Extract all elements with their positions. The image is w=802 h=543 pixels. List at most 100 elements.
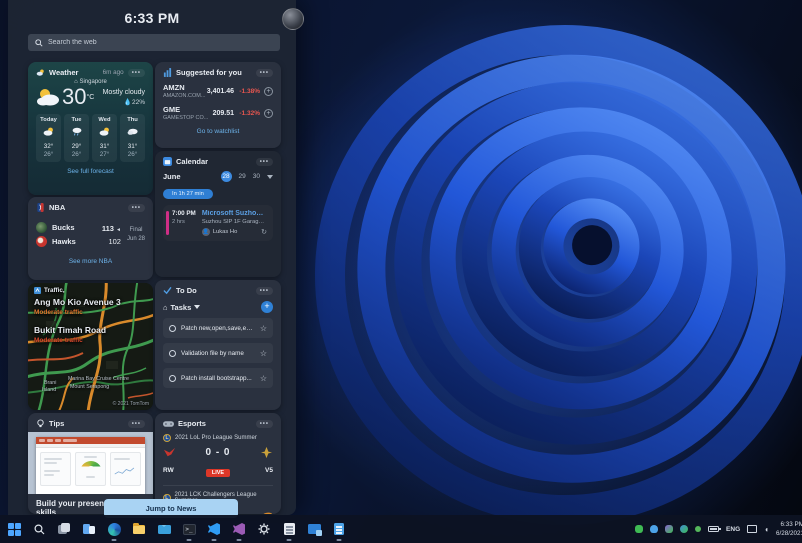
traffic-road-1: Ang Mo Kio Avenue 3: [34, 297, 121, 307]
sync-icon[interactable]: ↻: [261, 228, 267, 236]
partly-sunny-icon: [99, 127, 109, 136]
traffic-widget[interactable]: Traffic, Ang Mo Kio Avenue 3 Moderate tr…: [28, 283, 153, 410]
maps-icon: [34, 287, 41, 294]
search-bar[interactable]: [28, 34, 280, 51]
language-indicator[interactable]: ENG: [726, 526, 740, 533]
user-avatar[interactable]: [282, 8, 304, 30]
forecast-day[interactable]: Wed 31° 27°: [92, 114, 117, 162]
onedrive-cloud-icon[interactable]: [650, 525, 659, 533]
esports-menu-button[interactable]: •••: [255, 419, 273, 428]
nba-more-link[interactable]: See more NBA: [36, 258, 145, 265]
game-date: Jun 28: [126, 235, 145, 242]
mail-icon[interactable]: [156, 521, 172, 537]
match-row[interactable]: 0 - 0: [163, 446, 273, 459]
stocks-widget[interactable]: Suggested for you ••• AMZN AMAZON.COM...…: [155, 62, 281, 148]
rain-icon: [72, 127, 81, 136]
task-checkbox[interactable]: [169, 374, 176, 382]
document-app-icon[interactable]: [331, 521, 347, 541]
partly-sunny-icon: [43, 127, 53, 136]
forecast-day[interactable]: Tue 29° 26°: [64, 114, 89, 162]
tray-app-icon[interactable]: [665, 525, 674, 533]
nba-team-row: Hawks: [36, 236, 102, 247]
todo-menu-button[interactable]: •••: [255, 286, 273, 295]
calendar-month[interactable]: June: [163, 172, 181, 181]
weather-icon: [36, 69, 44, 76]
calendar-widget[interactable]: Calendar ••• June 28 29 30 In 1h 27 min …: [155, 151, 281, 277]
wallpaper-bloom: [295, 0, 802, 543]
todo-check-icon: [163, 287, 172, 295]
todo-widget[interactable]: To Do ••• ⌂ Tasks + Patch new,open,save,…: [155, 280, 281, 410]
stocks-menu-button[interactable]: •••: [255, 68, 273, 77]
weather-menu-button[interactable]: •••: [127, 68, 145, 77]
start-button[interactable]: [6, 521, 22, 537]
calendar-event[interactable]: 7:00 PM 2 hrs Microsoft Suzhou Toa... Su…: [163, 205, 273, 241]
map-attribution: © 2021 TomTom: [112, 401, 149, 407]
widgets-panel: 6:33 PM Weather 6m ago ••• ⌂ Singapore: [8, 0, 304, 518]
chevron-down-icon[interactable]: [194, 305, 201, 309]
search-input[interactable]: [48, 39, 273, 46]
calendar-day[interactable]: 29: [239, 173, 246, 180]
stock-row[interactable]: AMZN AMAZON.COM... 3,401.46 -1.38% +: [163, 83, 273, 99]
task-view-icon[interactable]: [56, 521, 72, 537]
task-list-label[interactable]: Tasks: [171, 303, 192, 312]
taskbar-clock[interactable]: 6:33 PM 6/28/2021: [776, 520, 802, 539]
tips-menu-button[interactable]: •••: [127, 419, 145, 428]
tray-app-icon[interactable]: [635, 525, 644, 533]
file-explorer-icon[interactable]: [131, 521, 147, 537]
tray-globe-icon[interactable]: [680, 525, 689, 533]
team-name-left: RW: [163, 466, 174, 474]
nba-menu-button[interactable]: •••: [127, 203, 145, 212]
event-countdown-badge: In 1h 27 min: [163, 189, 213, 199]
weather-unit: °C: [86, 93, 95, 101]
battery-icon[interactable]: [708, 526, 721, 532]
live-badge: LIVE: [205, 469, 231, 477]
task-item[interactable]: Patch new,open,save,edi... ☆: [163, 318, 273, 338]
widgets-icon[interactable]: [81, 521, 97, 537]
todo-title: To Do: [176, 286, 197, 295]
traffic-title: Traffic,: [44, 287, 65, 294]
watchlist-link[interactable]: Go to watchlist: [163, 128, 273, 135]
chevron-down-icon[interactable]: [267, 174, 273, 179]
volume-icon[interactable]: ◖: [764, 525, 769, 534]
visual-studio-icon[interactable]: [231, 521, 247, 541]
task-checkbox[interactable]: [169, 349, 176, 357]
map-label: Island: [42, 387, 57, 393]
traffic-status-2: Moderate traffic: [34, 337, 83, 344]
star-icon[interactable]: ☆: [260, 349, 267, 358]
edge-icon[interactable]: [106, 521, 122, 541]
star-icon[interactable]: ☆: [260, 324, 267, 333]
star-icon[interactable]: ☆: [260, 374, 267, 383]
task-item[interactable]: Validation file by name ☆: [163, 343, 273, 363]
tray-app-icon[interactable]: [695, 526, 702, 532]
weather-forecast-link[interactable]: See full forecast: [36, 168, 145, 175]
add-task-button[interactable]: +: [261, 301, 273, 313]
calendar-title: Calendar: [176, 157, 209, 166]
calendar-day-selected[interactable]: 28: [220, 171, 232, 182]
weather-location-row: ⌂ Singapore: [74, 79, 107, 85]
display-cast-icon[interactable]: [747, 525, 758, 533]
task-checkbox[interactable]: [169, 324, 176, 332]
vscode-icon[interactable]: [206, 521, 222, 541]
game-status: Final: [129, 226, 143, 233]
calendar-menu-button[interactable]: •••: [255, 157, 273, 166]
calendar-day[interactable]: 30: [253, 173, 260, 180]
weather-widget[interactable]: Weather 6m ago ••• ⌂ Singapore 30 °C Mos…: [28, 62, 153, 195]
stock-row[interactable]: GME GAMESTOP CO... 209.51 -1.32% +: [163, 105, 273, 121]
settings-gear-icon[interactable]: [256, 521, 272, 537]
taskbar-search-icon[interactable]: [31, 521, 47, 537]
forecast-day[interactable]: Today 32° 26°: [36, 114, 61, 162]
terminal-icon[interactable]: >_: [181, 521, 197, 541]
tips-image: [28, 432, 153, 494]
forecast-day[interactable]: Thu 31° 26°: [120, 114, 145, 162]
nba-team-row: Bucks: [36, 222, 102, 233]
nba-widget[interactable]: NBA ••• Bucks Hawks 113 ◄ 102 Final Jun …: [28, 197, 153, 280]
nba-title: NBA: [49, 203, 66, 212]
notes-app-icon[interactable]: [281, 521, 297, 541]
remote-desktop-icon[interactable]: [306, 521, 322, 537]
add-to-watchlist-icon[interactable]: +: [264, 108, 273, 118]
weather-forecast: Today 32° 26° Tue 29° 26° Wed 31° 27° Th…: [36, 114, 145, 162]
task-item[interactable]: Patch install bootstrapp... ☆: [163, 368, 273, 388]
add-to-watchlist-icon[interactable]: +: [264, 86, 273, 96]
weather-updated: 6m ago: [102, 69, 124, 76]
match-score: 0 - 0: [205, 447, 231, 458]
